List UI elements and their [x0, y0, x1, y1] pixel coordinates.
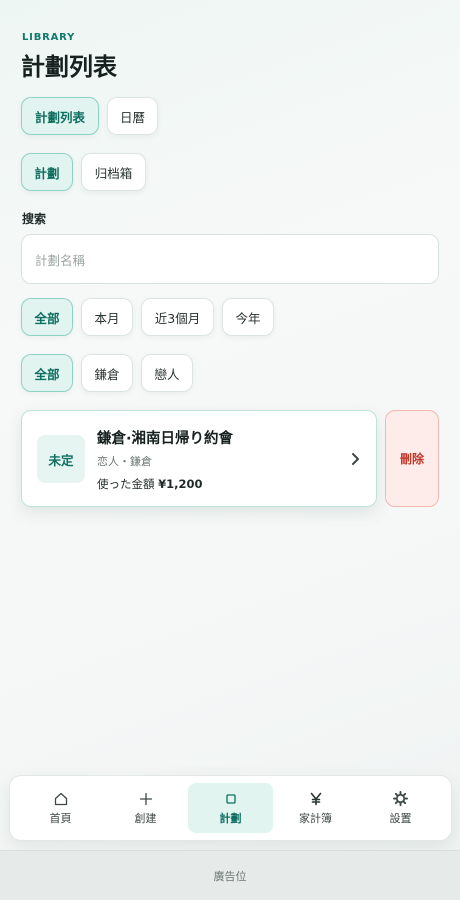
plan-spent-value: ¥1,200 — [158, 477, 203, 491]
plan-spent: 使った金額 ¥1,200 — [97, 476, 203, 492]
tab-create[interactable]: 創建 — [103, 783, 188, 833]
place-filter-all[interactable]: 全部 — [21, 354, 73, 392]
tab-settings[interactable]: 設置 — [358, 783, 443, 833]
plus-icon — [139, 791, 153, 807]
tab-create-label: 創建 — [134, 811, 157, 825]
tab-plans-nav-label: 計劃 — [219, 811, 242, 825]
gear-icon — [393, 791, 408, 807]
period-filter-row: 全部 本月 近3個月 今年 — [21, 298, 274, 336]
period-filter-all[interactable]: 全部 — [21, 298, 73, 336]
search-placeholder: 計劃名稱 — [35, 252, 86, 268]
tab-calendar[interactable]: 日曆 — [107, 97, 158, 135]
page-eyebrow: LIBRARY — [22, 32, 76, 43]
yen-icon — [309, 791, 323, 807]
place-filter-lovers[interactable]: 戀人 — [141, 354, 193, 392]
place-filter-row: 全部 鎌倉 戀人 — [21, 354, 193, 392]
period-filter-this-month[interactable]: 本月 — [81, 298, 133, 336]
plan-spent-label: 使った金額 — [97, 477, 155, 491]
tab-home-label: 首頁 — [49, 811, 72, 825]
home-icon — [54, 791, 68, 807]
ad-label: 廣告位 — [213, 869, 247, 883]
period-filter-this-year[interactable]: 今年 — [222, 298, 274, 336]
tab-plan-list[interactable]: 計劃列表 — [21, 97, 99, 135]
search-label: 搜索 — [22, 212, 47, 226]
plan-tags: 恋人・鎌倉 — [97, 455, 152, 468]
state-switcher: 計劃 归档箱 — [21, 153, 146, 191]
place-filter-kamakura[interactable]: 鎌倉 — [81, 354, 133, 392]
plan-list-screen: LIBRARY 計劃列表 計劃列表 日曆 計劃 归档箱 搜索 計劃名稱 全部 本… — [0, 0, 460, 900]
tab-settings-label: 設置 — [389, 811, 412, 825]
search-input[interactable]: 計劃名稱 — [21, 234, 439, 284]
chevron-right-icon — [352, 453, 359, 465]
view-switcher: 計劃列表 日曆 — [21, 97, 158, 135]
tab-plans-nav[interactable]: 計劃 — [188, 783, 273, 833]
status-badge: 未定 — [37, 435, 85, 483]
tab-archive[interactable]: 归档箱 — [81, 153, 146, 191]
plan-title: 鎌倉·湘南日帰り約會 — [97, 431, 234, 447]
tab-budget-label: 家計簿 — [299, 811, 332, 825]
period-filter-3-months[interactable]: 近3個月 — [141, 298, 214, 336]
tab-budget[interactable]: 家計簿 — [273, 783, 358, 833]
ad-banner: 廣告位 — [0, 850, 460, 900]
plan-card[interactable]: 未定 鎌倉·湘南日帰り約會 恋人・鎌倉 使った金額 ¥1,200 — [21, 410, 377, 507]
delete-button[interactable]: 刪除 — [385, 410, 439, 507]
tab-plans[interactable]: 計劃 — [21, 153, 73, 191]
square-icon — [225, 791, 236, 807]
page-title: 計劃列表 — [21, 53, 117, 81]
tab-home[interactable]: 首頁 — [18, 783, 103, 833]
bottom-tab-bar: 首頁 創建 計劃 家計簿 設置 — [9, 775, 452, 841]
